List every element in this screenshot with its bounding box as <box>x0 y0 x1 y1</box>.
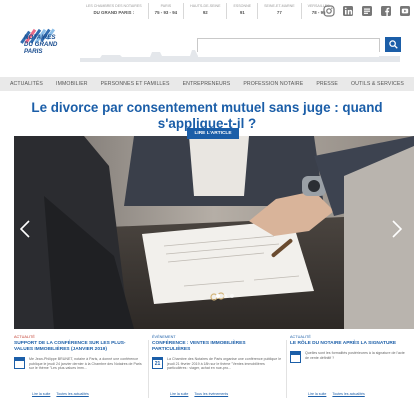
news-card: ACTUALITÉ SUPPORT DE LA CONFÉRENCE SUR L… <box>14 334 144 402</box>
divider <box>286 340 287 398</box>
carousel-dot[interactable] <box>223 294 227 298</box>
main-nav: ACTUALITÉS IMMOBILIER PERSONNES ET FAMIL… <box>0 77 414 91</box>
social-links <box>322 4 411 17</box>
logo-line: NOTAIRES <box>24 34 56 41</box>
chambers-intro-line2: DU GRAND PARIS : <box>93 10 135 15</box>
facebook-icon[interactable] <box>379 4 392 17</box>
news-title[interactable]: LE RÔLE DU NOTAIRE APRÈS LA SIGNATURE <box>290 341 408 347</box>
top-bar: Les chambres des Notaires DU GRAND PARIS… <box>0 0 414 22</box>
read-more-link[interactable]: Lire la suite <box>308 392 326 396</box>
news-category: ÉVÉNEMENT <box>152 335 176 339</box>
newspaper-icon <box>14 357 25 369</box>
chamber-departments: 92 <box>202 10 208 15</box>
hero-photo <box>14 136 414 329</box>
search-input[interactable] <box>198 45 379 57</box>
chevron-left-icon <box>20 220 30 238</box>
carousel-next-button[interactable] <box>392 220 408 244</box>
chamber-departments: 91 <box>239 10 245 15</box>
chamber-link-paris[interactable]: PARIS 75 - 93 - 94 <box>149 3 185 19</box>
read-more-link[interactable]: Lire la suite <box>170 392 188 396</box>
logo-text[interactable]: NOTAIRES DU GRAND PARIS <box>24 34 74 55</box>
news-title[interactable]: CONFÉRENCE : VENTES IMMOBILIÈRES PARTICU… <box>152 341 282 353</box>
chamber-departments: 75 - 93 - 94 <box>154 10 178 15</box>
logo-line: PARIS <box>24 48 43 55</box>
carousel-dots <box>216 294 234 298</box>
news-card: ÉVÉNEMENT CONFÉRENCE : VENTES IMMOBILIÈR… <box>152 334 282 402</box>
nav-item-actualites[interactable]: ACTUALITÉS <box>10 81 43 87</box>
nav-item-immobilier[interactable]: IMMOBILIER <box>56 81 88 87</box>
blog-icon[interactable] <box>360 4 373 17</box>
all-news-link[interactable]: Toutes les actualités <box>332 392 364 396</box>
linkedin-icon[interactable] <box>341 4 354 17</box>
news-title[interactable]: SUPPORT DE LA CONFÉRENCE SUR LES PLUS-VA… <box>14 341 144 353</box>
read-more-link[interactable]: Lire la suite <box>32 392 50 396</box>
search-field[interactable] <box>197 38 380 57</box>
chamber-link-essonne[interactable]: ESSONNE 91 <box>227 3 259 19</box>
nav-item-profession-notaire[interactable]: PROFESSION NOTAIRE <box>243 81 303 87</box>
newspaper-icon <box>290 351 301 363</box>
nav-item-outils-services[interactable]: OUTILS & SERVICES <box>351 81 404 87</box>
chambers-intro: Les chambres des Notaires DU GRAND PARIS… <box>80 3 149 19</box>
chamber-departments: 77 <box>276 10 282 15</box>
news-excerpt: Quelles sont les formalités postérieures… <box>305 351 405 360</box>
news-category: ACTUALITÉ <box>14 335 35 339</box>
search-button[interactable] <box>385 37 401 52</box>
carousel-prev-button[interactable] <box>20 220 36 244</box>
all-events-link[interactable]: Tous les événements <box>194 392 228 396</box>
instagram-icon[interactable] <box>322 4 335 17</box>
nav-item-personnes-familles[interactable]: PERSONNES ET FAMILLES <box>101 81 170 87</box>
nav-item-presse[interactable]: PRESSE <box>316 81 338 87</box>
chamber-link-seine-et-marne[interactable]: SEINE-ET-MARNE 77 <box>258 3 302 19</box>
news-section: ACTUALITÉ SUPPORT DE LA CONFÉRENCE SUR L… <box>0 334 414 402</box>
news-category: ACTUALITÉ <box>290 335 311 339</box>
news-card: ACTUALITÉ LE RÔLE DU NOTAIRE APRÈS LA SI… <box>290 334 408 402</box>
hero-carousel <box>14 136 414 329</box>
youtube-icon[interactable] <box>398 4 411 17</box>
logo-line: DU GRAND <box>24 41 58 48</box>
carousel-dot[interactable] <box>216 294 220 298</box>
news-excerpt: La Chambre des Notaires de Paris organis… <box>167 357 282 371</box>
chambers-list: Les chambres des Notaires DU GRAND PARIS… <box>80 3 336 19</box>
carousel-dot[interactable] <box>230 294 234 298</box>
news-excerpt: Me Jean-Philippe BRUNET, notaire à Paris… <box>29 357 142 371</box>
chevron-right-icon <box>392 220 402 238</box>
chamber-link-hauts-de-seine[interactable]: HAUTS-DE-SEINE 92 <box>184 3 228 19</box>
divider <box>148 340 149 398</box>
nav-item-entrepreneurs[interactable]: ENTREPRENEURS <box>183 81 231 87</box>
calendar-icon: 21 <box>152 357 163 369</box>
read-article-button[interactable]: LIRE L'ARTICLE <box>187 128 239 139</box>
search-icon <box>388 40 398 49</box>
event-date: 21 <box>154 361 161 367</box>
all-news-link[interactable]: Toutes les actualités <box>56 392 88 396</box>
